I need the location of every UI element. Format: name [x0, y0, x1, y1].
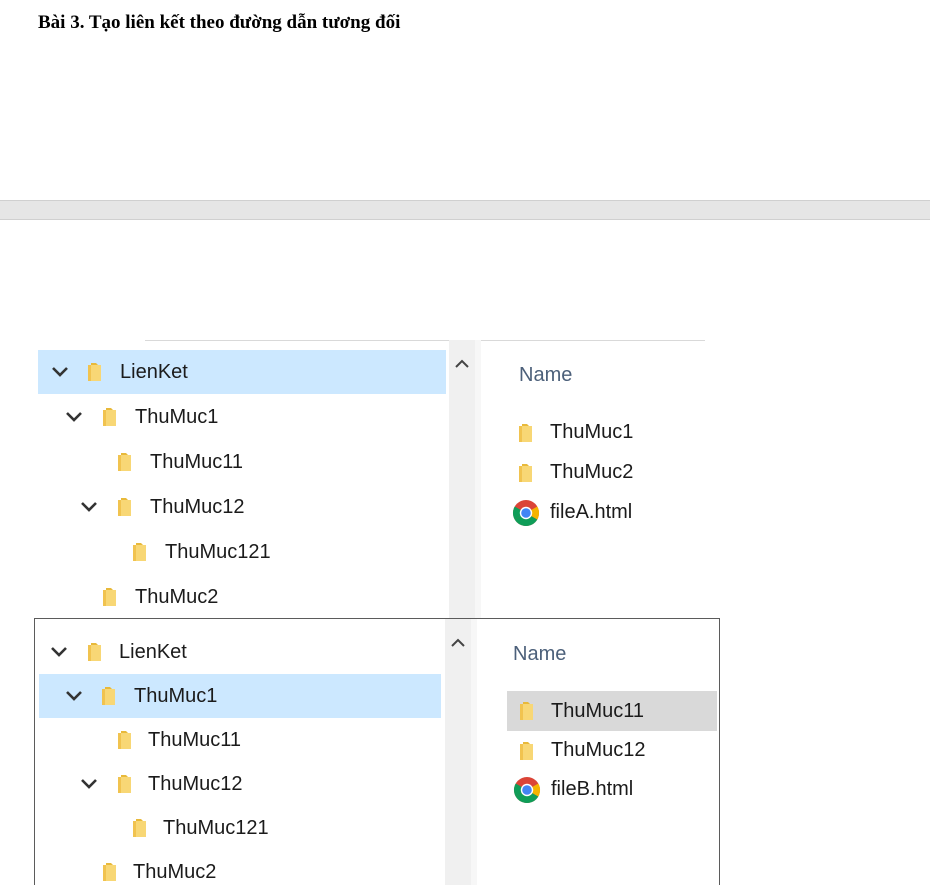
tree-item-thumuc11[interactable]: ThuMuc11 [35, 718, 443, 762]
tree-item-lienket[interactable]: LienKet [38, 350, 446, 394]
file-name: ThuMuc11 [551, 700, 645, 722]
vertical-scrollbar[interactable] [445, 619, 471, 885]
tree-item-thumuc1[interactable]: ThuMuc1 [39, 674, 441, 718]
content-pane: Name ThuMuc11 ThuMuc12 fileB.html [478, 619, 719, 885]
file-item-thumuc12[interactable]: ThuMuc12 [507, 734, 717, 768]
folder-icon [516, 462, 538, 484]
navigation-pane: LienKet ThuMuc1 ThuMuc11 ThuMuc12 ThuMuc… [38, 340, 448, 618]
folder-icon [99, 685, 121, 707]
column-header-name[interactable]: Name [513, 643, 566, 666]
chrome-icon [512, 499, 540, 527]
tree-item-thumuc121[interactable]: ThuMuc121 [35, 806, 443, 850]
file-name: ThuMuc12 [551, 739, 646, 761]
file-explorer-thumuc1: LienKet ThuMuc1 ThuMuc11 ThuMuc12 ThuMuc… [34, 618, 720, 885]
file-item-filea-html[interactable]: fileA.html [506, 496, 716, 530]
tree-item-thumuc2[interactable]: ThuMuc2 [38, 575, 446, 618]
document-title: Bài 3. Tạo liên kết theo đường dẫn tương… [38, 12, 401, 33]
chevron-down-icon[interactable] [64, 686, 84, 706]
file-item-thumuc11[interactable]: ThuMuc11 [507, 691, 717, 731]
tree-item-label: ThuMuc121 [163, 817, 269, 839]
page-separator [0, 200, 930, 220]
chevron-down-icon[interactable] [79, 497, 99, 517]
tree-item-label: ThuMuc2 [135, 586, 219, 608]
tree-item-label: ThuMuc2 [133, 861, 217, 883]
tree-item-thumuc12[interactable]: ThuMuc12 [38, 485, 446, 529]
tree-item-lienket[interactable]: LienKet [35, 630, 443, 674]
folder-icon [516, 422, 538, 444]
scroll-up-arrow-icon[interactable] [454, 356, 470, 372]
folder-icon [130, 541, 152, 563]
column-header-name[interactable]: Name [519, 364, 572, 387]
folder-icon [517, 700, 539, 722]
tree-item-label: LienKet [119, 641, 187, 663]
chevron-down-icon[interactable] [64, 407, 84, 427]
tree-item-thumuc11[interactable]: ThuMuc11 [38, 440, 446, 484]
chevron-down-icon[interactable] [49, 642, 69, 662]
file-name: fileB.html [551, 778, 634, 800]
file-explorer-lienket: LienKet ThuMuc1 ThuMuc11 ThuMuc12 ThuMuc… [38, 340, 718, 618]
tree-item-thumuc121[interactable]: ThuMuc121 [38, 530, 446, 574]
navigation-pane: LienKet ThuMuc1 ThuMuc11 ThuMuc12 ThuMuc… [35, 619, 445, 885]
file-name: fileA.html [550, 501, 633, 523]
folder-icon [130, 817, 152, 839]
file-item-thumuc2[interactable]: ThuMuc2 [506, 456, 716, 490]
chevron-down-icon[interactable] [50, 362, 70, 382]
tree-item-label: ThuMuc121 [165, 541, 271, 563]
tree-item-label: ThuMuc12 [150, 496, 245, 518]
folder-icon [517, 740, 539, 762]
folder-icon [85, 641, 107, 663]
folder-icon [85, 361, 107, 383]
file-name: ThuMuc1 [550, 421, 634, 443]
pane-splitter[interactable] [475, 340, 481, 618]
content-pane: Name ThuMuc1 ThuMuc2 fileA.html [484, 340, 718, 618]
tree-item-thumuc12[interactable]: ThuMuc12 [35, 762, 443, 806]
file-name: ThuMuc2 [550, 461, 634, 483]
file-item-fileb-html[interactable]: fileB.html [507, 773, 717, 807]
folder-icon [100, 406, 122, 428]
chrome-icon [513, 776, 541, 804]
tree-item-label: ThuMuc1 [135, 406, 219, 428]
tree-item-label: ThuMuc11 [148, 729, 242, 751]
folder-icon [100, 586, 122, 608]
tree-item-label: ThuMuc12 [148, 773, 243, 795]
tree-item-label: LienKet [120, 361, 188, 383]
pane-splitter[interactable] [471, 619, 477, 885]
tree-item-thumuc1[interactable]: ThuMuc1 [38, 395, 446, 439]
chevron-down-icon[interactable] [79, 774, 99, 794]
scroll-up-arrow-icon[interactable] [450, 635, 466, 651]
vertical-scrollbar[interactable] [449, 340, 475, 618]
folder-icon [115, 451, 137, 473]
tree-item-thumuc2[interactable]: ThuMuc2 [35, 850, 443, 885]
tree-item-label: ThuMuc1 [134, 685, 218, 707]
folder-icon [115, 773, 137, 795]
folder-icon [115, 729, 137, 751]
folder-icon [100, 861, 122, 883]
tree-item-label: ThuMuc11 [150, 451, 244, 473]
folder-icon [115, 496, 137, 518]
file-item-thumuc1[interactable]: ThuMuc1 [506, 416, 716, 450]
